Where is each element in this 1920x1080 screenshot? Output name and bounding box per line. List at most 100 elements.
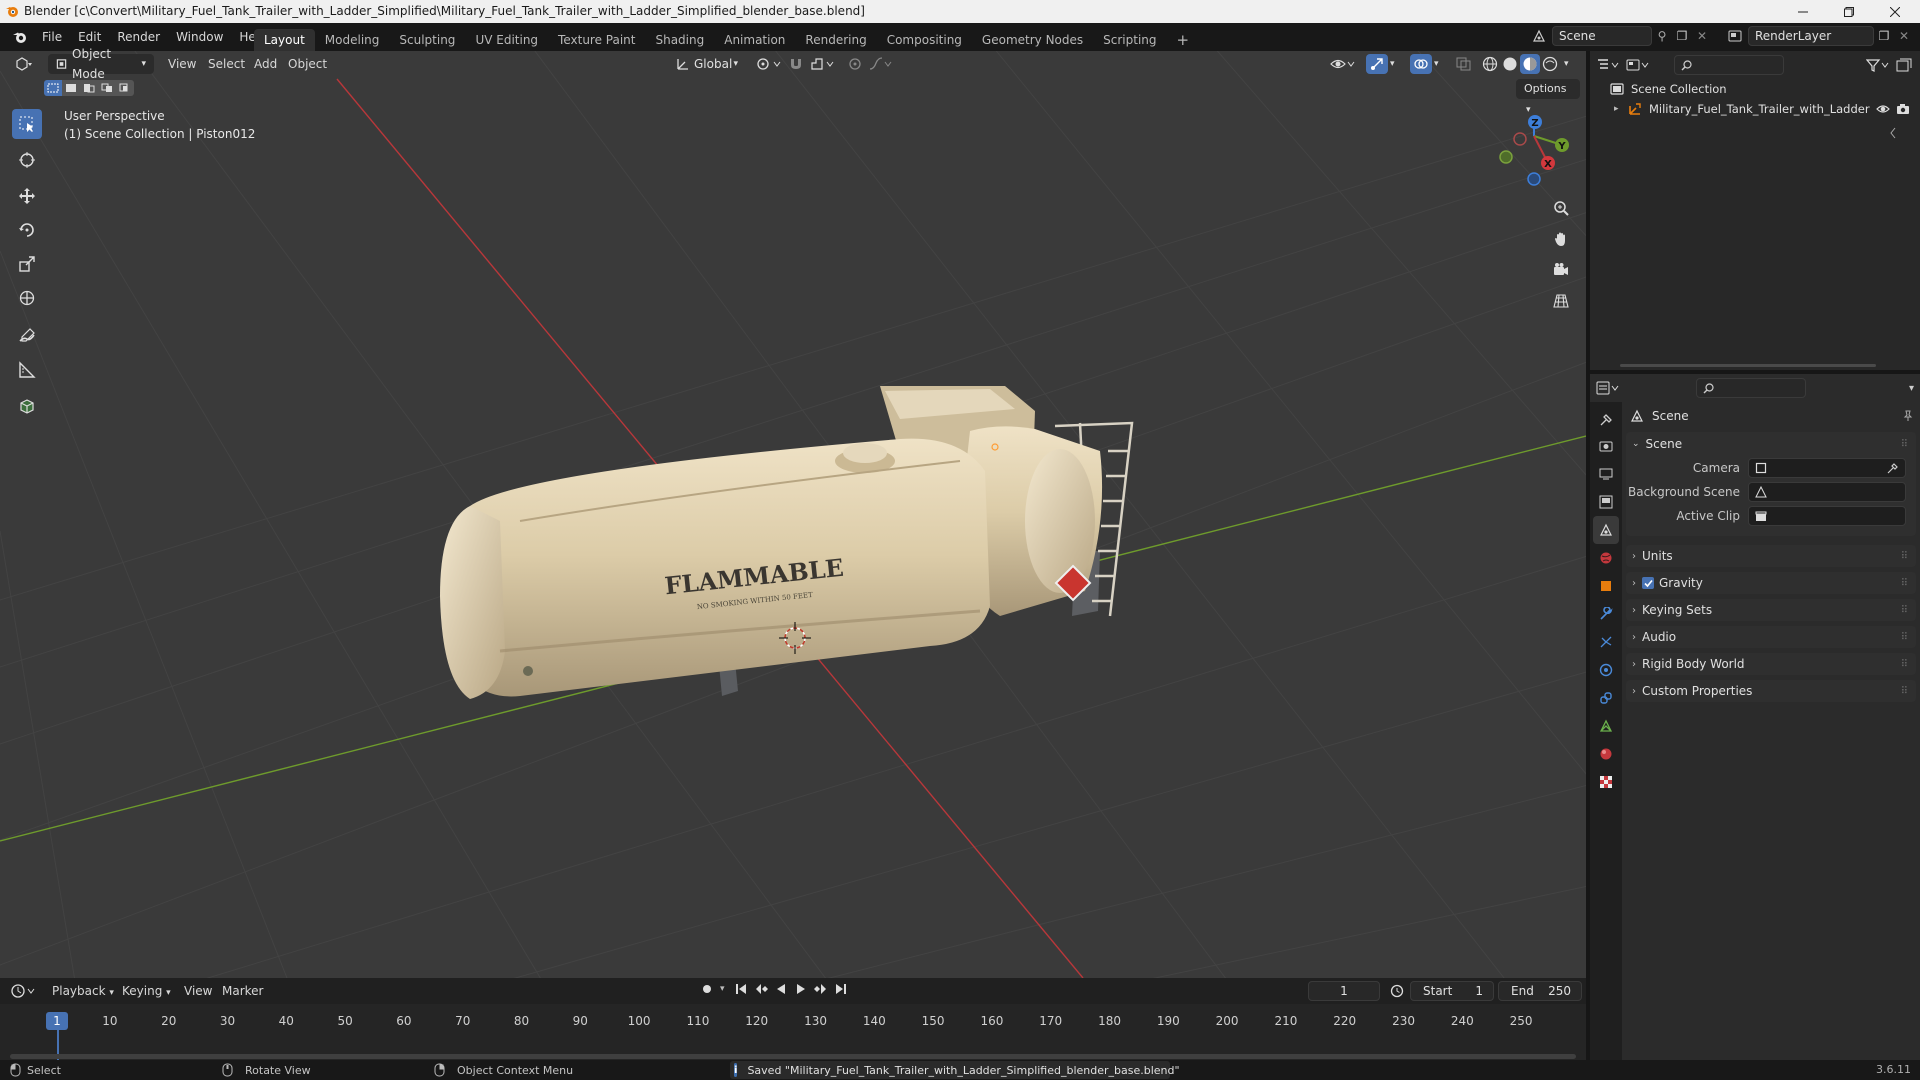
falloff-curve-icon[interactable]	[868, 57, 894, 71]
current-frame-field[interactable]: 1	[1308, 981, 1380, 1001]
new-collection-icon[interactable]	[1896, 58, 1914, 72]
menu-file[interactable]: File	[34, 26, 70, 48]
status-report[interactable]: i Saved "Military_Fuel_Tank_Trailer_with…	[730, 1061, 1180, 1079]
viewport-menu-object[interactable]: Object	[282, 54, 333, 74]
tab-shading[interactable]: Shading	[645, 29, 714, 51]
toggle-perspective-icon[interactable]	[1547, 287, 1575, 315]
shading-material-icon[interactable]	[1520, 54, 1540, 74]
tab-texture-icon[interactable]	[1590, 768, 1622, 796]
shading-rendered-icon[interactable]	[1542, 56, 1558, 72]
tab-animation[interactable]: Animation	[714, 29, 795, 51]
tab-rendering[interactable]: Rendering	[795, 29, 876, 51]
play-reverse-icon[interactable]	[774, 982, 794, 996]
select-invert-icon[interactable]	[98, 80, 116, 96]
section-rigid-body-world[interactable]: › Rigid Body World ⠿	[1626, 653, 1916, 675]
timeline-editor-type-icon[interactable]	[10, 983, 38, 999]
tab-world-icon[interactable]	[1590, 544, 1622, 572]
expand-arrow-icon[interactable]: ▸	[1614, 104, 1628, 114]
jump-keyframe-back-icon[interactable]	[754, 982, 774, 996]
timeline-menu-keying[interactable]: Keying ▾	[116, 981, 177, 1001]
display-mode-icon[interactable]	[1626, 58, 1660, 72]
zoom-icon[interactable]	[1547, 194, 1575, 222]
scene-browse-icon[interactable]	[1526, 26, 1552, 46]
section-custom-properties[interactable]: › Custom Properties ⠿	[1626, 680, 1916, 702]
tab-compositing[interactable]: Compositing	[877, 29, 972, 51]
pin-scene-icon[interactable]: ⚲	[1652, 29, 1672, 43]
add-cube-tool[interactable]	[12, 391, 42, 421]
timeline-menu-marker[interactable]: Marker	[216, 981, 269, 1001]
delete-view-layer-icon[interactable]: ✕	[1894, 29, 1914, 43]
close-window-button[interactable]	[1872, 0, 1918, 23]
timeline-ruler[interactable]: 1 10 20 30 40 50 60 70 80 90 100 110 120 130 140 150 160…	[0, 1004, 1586, 1060]
tab-object-icon[interactable]	[1590, 572, 1622, 600]
xray-toggle-icon[interactable]	[1456, 57, 1472, 71]
pin-icon[interactable]	[1902, 410, 1914, 422]
chevron-down-icon[interactable]: ▾	[1434, 59, 1439, 69]
new-view-layer-icon[interactable]: ❐	[1874, 29, 1894, 43]
outliner-scene-collection[interactable]: Scene Collection	[1610, 79, 1727, 99]
tab-view-layer-icon[interactable]	[1590, 488, 1622, 516]
chevron-down-icon[interactable]: ▾	[1564, 59, 1569, 69]
filter-icon[interactable]	[1866, 58, 1896, 72]
section-units[interactable]: › Units ⠿	[1626, 545, 1916, 567]
3d-viewport[interactable]: FLAMMABLE NO SMOKING WITHIN 50 FEET Z Y …	[0, 51, 1586, 978]
camera-view-icon[interactable]	[1547, 256, 1575, 284]
viewport-menu-view[interactable]: View	[162, 54, 202, 74]
active-clip-field[interactable]	[1748, 506, 1906, 526]
gravity-checkbox[interactable]	[1642, 577, 1654, 589]
pan-hand-icon[interactable]	[1547, 225, 1575, 253]
outliner-collapse-icon[interactable]	[1890, 127, 1896, 141]
viewport-menu-select[interactable]: Select	[202, 54, 251, 74]
use-preview-range-icon[interactable]	[1390, 984, 1404, 998]
properties-editor-type-icon[interactable]	[1596, 381, 1626, 395]
end-frame-field[interactable]: End 250	[1498, 981, 1582, 1001]
gizmo-toggle-icon[interactable]	[1366, 54, 1388, 74]
annotate-tool[interactable]	[12, 321, 42, 351]
navigation-gizmo[interactable]: Z Y X	[1499, 115, 1569, 186]
drag-handle-icon[interactable]: ⠿	[1901, 551, 1908, 562]
drag-handle-icon[interactable]: ⠿	[1901, 578, 1908, 589]
drag-handle-icon[interactable]: ⠿	[1901, 632, 1908, 643]
shading-solid-icon[interactable]	[1502, 56, 1518, 72]
section-gravity[interactable]: › Gravity ⠿	[1626, 572, 1916, 594]
outliner-search-input[interactable]	[1674, 55, 1784, 75]
rotate-tool[interactable]	[12, 215, 42, 245]
camera-render-icon[interactable]	[1896, 103, 1910, 115]
delete-scene-icon[interactable]: ✕	[1692, 29, 1712, 43]
fuel-tank-model[interactable]: FLAMMABLE NO SMOKING WITHIN 50 FEET	[440, 386, 1134, 699]
timeline-scrollbar[interactable]	[10, 1054, 1576, 1059]
timeline-menu-playback[interactable]: Playback ▾	[46, 981, 120, 1001]
pivot-point-icon[interactable]	[756, 57, 782, 71]
drag-handle-icon[interactable]: ⠿	[1901, 659, 1908, 670]
outliner-row[interactable]: ▸ Military_Fuel_Tank_Trailer_with_Ladder	[1614, 99, 1914, 119]
snap-icon[interactable]	[788, 57, 806, 71]
blender-menu-icon[interactable]	[6, 30, 34, 44]
tab-scene-icon[interactable]	[1593, 516, 1619, 544]
viewport-menu-add[interactable]: Add	[248, 54, 283, 74]
outliner-scrollbar[interactable]	[1620, 364, 1876, 367]
tab-constraints-icon[interactable]	[1590, 684, 1622, 712]
tab-layout[interactable]: Layout	[254, 28, 315, 51]
select-intersect-icon[interactable]	[116, 80, 134, 96]
section-audio[interactable]: › Audio ⠿	[1626, 626, 1916, 648]
snap-target-icon[interactable]	[810, 57, 836, 71]
move-tool[interactable]	[12, 181, 42, 211]
mode-dropdown[interactable]: Object Mode ▾	[48, 47, 154, 81]
tab-output-icon[interactable]	[1590, 460, 1622, 488]
menu-window[interactable]: Window	[168, 26, 231, 48]
select-extend-icon[interactable]	[62, 80, 80, 96]
drag-handle-icon[interactable]: ⠿	[1901, 605, 1908, 616]
maximize-button[interactable]	[1826, 0, 1872, 23]
drag-handle-icon[interactable]: ⠿	[1901, 439, 1908, 450]
section-keying-sets[interactable]: › Keying Sets ⠿	[1626, 599, 1916, 621]
tab-data-icon[interactable]	[1590, 712, 1622, 740]
tab-physics-icon[interactable]	[1590, 656, 1622, 684]
visibility-filter-icon[interactable]	[1330, 56, 1356, 72]
tab-scripting[interactable]: Scripting	[1093, 29, 1166, 51]
scene-name-field[interactable]: Scene	[1552, 26, 1652, 46]
select-subtract-icon[interactable]	[80, 80, 98, 96]
transform-tool[interactable]	[12, 283, 42, 313]
shading-wireframe-icon[interactable]	[1482, 56, 1498, 72]
scene-panel-header[interactable]: ⌄ Scene ⠿	[1626, 432, 1916, 456]
view-layer-field[interactable]: RenderLayer	[1748, 26, 1874, 46]
